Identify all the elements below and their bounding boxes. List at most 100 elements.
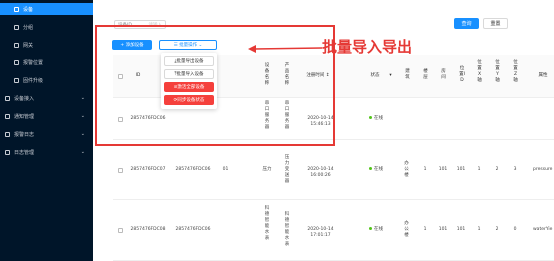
notify-icon bbox=[5, 113, 10, 119]
export-devices-item[interactable]: ⤓ 批量导出设备 bbox=[164, 56, 214, 66]
col-building: 建筑 bbox=[405, 69, 410, 80]
col-floor: 楼层 bbox=[423, 69, 428, 80]
sidebar-item-firmware[interactable]: 固件升级 bbox=[0, 74, 93, 86]
status-dot-icon bbox=[369, 227, 372, 230]
row-checkbox[interactable] bbox=[118, 228, 123, 233]
filter-icon[interactable]: ▾ bbox=[388, 73, 393, 79]
cell-attr: waterYie bbox=[533, 227, 553, 232]
sidebar-item-alarm-log[interactable]: 报警日志 ⌄ bbox=[0, 128, 93, 140]
menu-item-label: 批量导出设备 bbox=[176, 59, 204, 64]
col-id: ID bbox=[135, 73, 141, 78]
table-row[interactable]: 2857476FDC07 2857476FDC06 01 压力 压力变送器 20… bbox=[113, 140, 554, 200]
cell-pos-y: 2 bbox=[495, 167, 499, 172]
arrow-icon bbox=[248, 45, 323, 53]
sidebar-item-label: 日志管理 bbox=[14, 149, 35, 156]
cell-status: 在线 bbox=[365, 167, 387, 173]
col-room: 房间 bbox=[441, 69, 446, 80]
cell-pos-y: 2 bbox=[495, 227, 499, 232]
cell-model: 压力 bbox=[262, 167, 272, 172]
cell-id: 2857476FDC07 bbox=[130, 167, 166, 172]
cell-building: 办公楼 bbox=[404, 161, 409, 178]
cell-model: 科德智能水表 bbox=[264, 206, 270, 241]
cell-pos-x: 1 bbox=[477, 167, 481, 172]
sidebar-item-label: 通知管理 bbox=[14, 113, 35, 120]
cell-name: 2857476FDC06 bbox=[175, 227, 211, 232]
query-button[interactable]: 查询 bbox=[454, 18, 479, 29]
cell-building: 办公楼 bbox=[404, 221, 409, 238]
cell-reg-time: 2020-10-14 16:00:26 bbox=[307, 167, 334, 178]
sync-status-item[interactable]: ⟳ 同步设备状态 bbox=[164, 95, 214, 105]
sidebar-item-device-access[interactable]: 设备接入 ⌄ bbox=[0, 92, 93, 104]
sidebar-item-label: 网关 bbox=[23, 42, 34, 49]
cell-model: 串口服务器 bbox=[264, 101, 270, 130]
cell-room: 101 bbox=[438, 227, 448, 232]
menu-item-label: 同步设备状态 bbox=[177, 98, 205, 103]
device-id-filter[interactable]: 设备ID 请输入 bbox=[114, 20, 166, 29]
cell-floor: 1 bbox=[423, 227, 427, 232]
import-devices-item[interactable]: ⤒ 批量导入设备 bbox=[164, 69, 214, 79]
sidebar-item-gateway[interactable]: 网关 bbox=[0, 39, 93, 51]
sidebar-item-label: 报警位置 bbox=[23, 59, 44, 66]
device-icon bbox=[14, 6, 19, 12]
cell-status: 在线 bbox=[365, 116, 387, 122]
firmware-icon bbox=[14, 77, 19, 83]
log-icon bbox=[5, 149, 10, 155]
table-row[interactable]: 2857476FDC08 2857476FDC06 科德智能水表 科德智能水表 … bbox=[113, 200, 554, 261]
col-pos-x: 位置X轴 bbox=[477, 60, 482, 83]
sidebar: 设备 分组 网关 报警位置 固件升级 设备接入 ⌄ 通知管理 ⌄ 报警日志 ⌄ 日志管… bbox=[0, 0, 93, 261]
annotation-callout: 批量导入导出 bbox=[322, 38, 413, 56]
status-dot-icon bbox=[369, 167, 372, 170]
chevron-down-icon: ⌄ bbox=[80, 131, 85, 137]
cell-reg-time: 2020-10-14 15:46:13 bbox=[307, 116, 334, 127]
chevron-down-icon: ⌄ bbox=[80, 95, 85, 101]
col-pos-z: 位置Z轴 bbox=[513, 60, 518, 83]
sidebar-item-label: 固件升级 bbox=[23, 77, 44, 84]
batch-dropdown-menu: ⤓ 批量导出设备 ⤒ 批量导入设备 ⊘ 激活全部设备 ⟳ 同步设备状态 bbox=[161, 53, 217, 109]
sidebar-item-label: 报警日志 bbox=[14, 131, 35, 138]
cell-pos-z: 3 bbox=[513, 167, 517, 172]
cell-position-id: 101 bbox=[456, 167, 466, 172]
menu-item-label: 批量导入设备 bbox=[176, 72, 204, 77]
cell-reg-time: 2020-10-14 17:01:17 bbox=[307, 227, 334, 238]
cell-pos-x: 1 bbox=[477, 227, 481, 232]
row-checkbox[interactable] bbox=[118, 117, 123, 122]
filter-placeholder: 请输入 bbox=[148, 22, 163, 28]
cell-product: 压力变送器 bbox=[284, 155, 290, 184]
col-name: 设备名称 bbox=[264, 63, 270, 86]
sidebar-item-label: 设备接入 bbox=[14, 95, 35, 102]
col-attr: 属性 bbox=[538, 73, 548, 78]
chevron-down-icon: ⌄ bbox=[80, 149, 85, 155]
col-position-id: 位置ID bbox=[459, 66, 465, 83]
cell-pos-z: 0 bbox=[513, 227, 517, 232]
sidebar-item-group[interactable]: 分组 bbox=[0, 21, 93, 33]
reset-button[interactable]: 重置 bbox=[483, 18, 508, 29]
activate-all-item[interactable]: ⊘ 激活全部设备 bbox=[164, 82, 214, 92]
cell-name: 2857476FDC06 bbox=[175, 167, 211, 172]
cell-room: 101 bbox=[438, 167, 448, 172]
sidebar-item-label: 设备 bbox=[23, 6, 34, 13]
col-product: 产品名称 bbox=[284, 63, 290, 86]
cell-product: 科德智能水表 bbox=[284, 212, 290, 247]
status-text: 在线 bbox=[374, 116, 383, 121]
menu-item-label: 激活全部设备 bbox=[177, 85, 205, 90]
add-device-button[interactable]: + 添加设备 bbox=[112, 40, 152, 50]
row-checkbox[interactable] bbox=[118, 168, 123, 173]
col-status: 状态 bbox=[370, 73, 380, 78]
col-reg-time[interactable]: 注册时间 ↕ bbox=[298, 73, 338, 79]
select-all-checkbox[interactable] bbox=[118, 74, 123, 79]
gateway-icon bbox=[14, 42, 19, 48]
cell-status: 在线 bbox=[365, 227, 387, 233]
sidebar-item-log[interactable]: 日志管理 ⌄ bbox=[0, 146, 93, 158]
sidebar-item-label: 分组 bbox=[23, 24, 34, 31]
sidebar-item-alarm-position[interactable]: 报警位置 bbox=[0, 56, 93, 68]
sidebar-item-notify[interactable]: 通知管理 ⌄ bbox=[0, 110, 93, 122]
cell-code: 01 bbox=[222, 167, 229, 172]
alarm-icon bbox=[5, 131, 10, 137]
cell-id: 2857476FDC08 bbox=[130, 227, 166, 232]
sidebar-item-device[interactable]: 设备 bbox=[0, 3, 93, 15]
batch-operation-button[interactable]: ☰ 批量操作 ⌄ bbox=[159, 40, 217, 50]
access-icon bbox=[5, 95, 10, 101]
col-pos-y: 位置Y轴 bbox=[495, 60, 500, 83]
cell-attr: pressure bbox=[533, 167, 553, 172]
status-text: 在线 bbox=[374, 167, 383, 172]
